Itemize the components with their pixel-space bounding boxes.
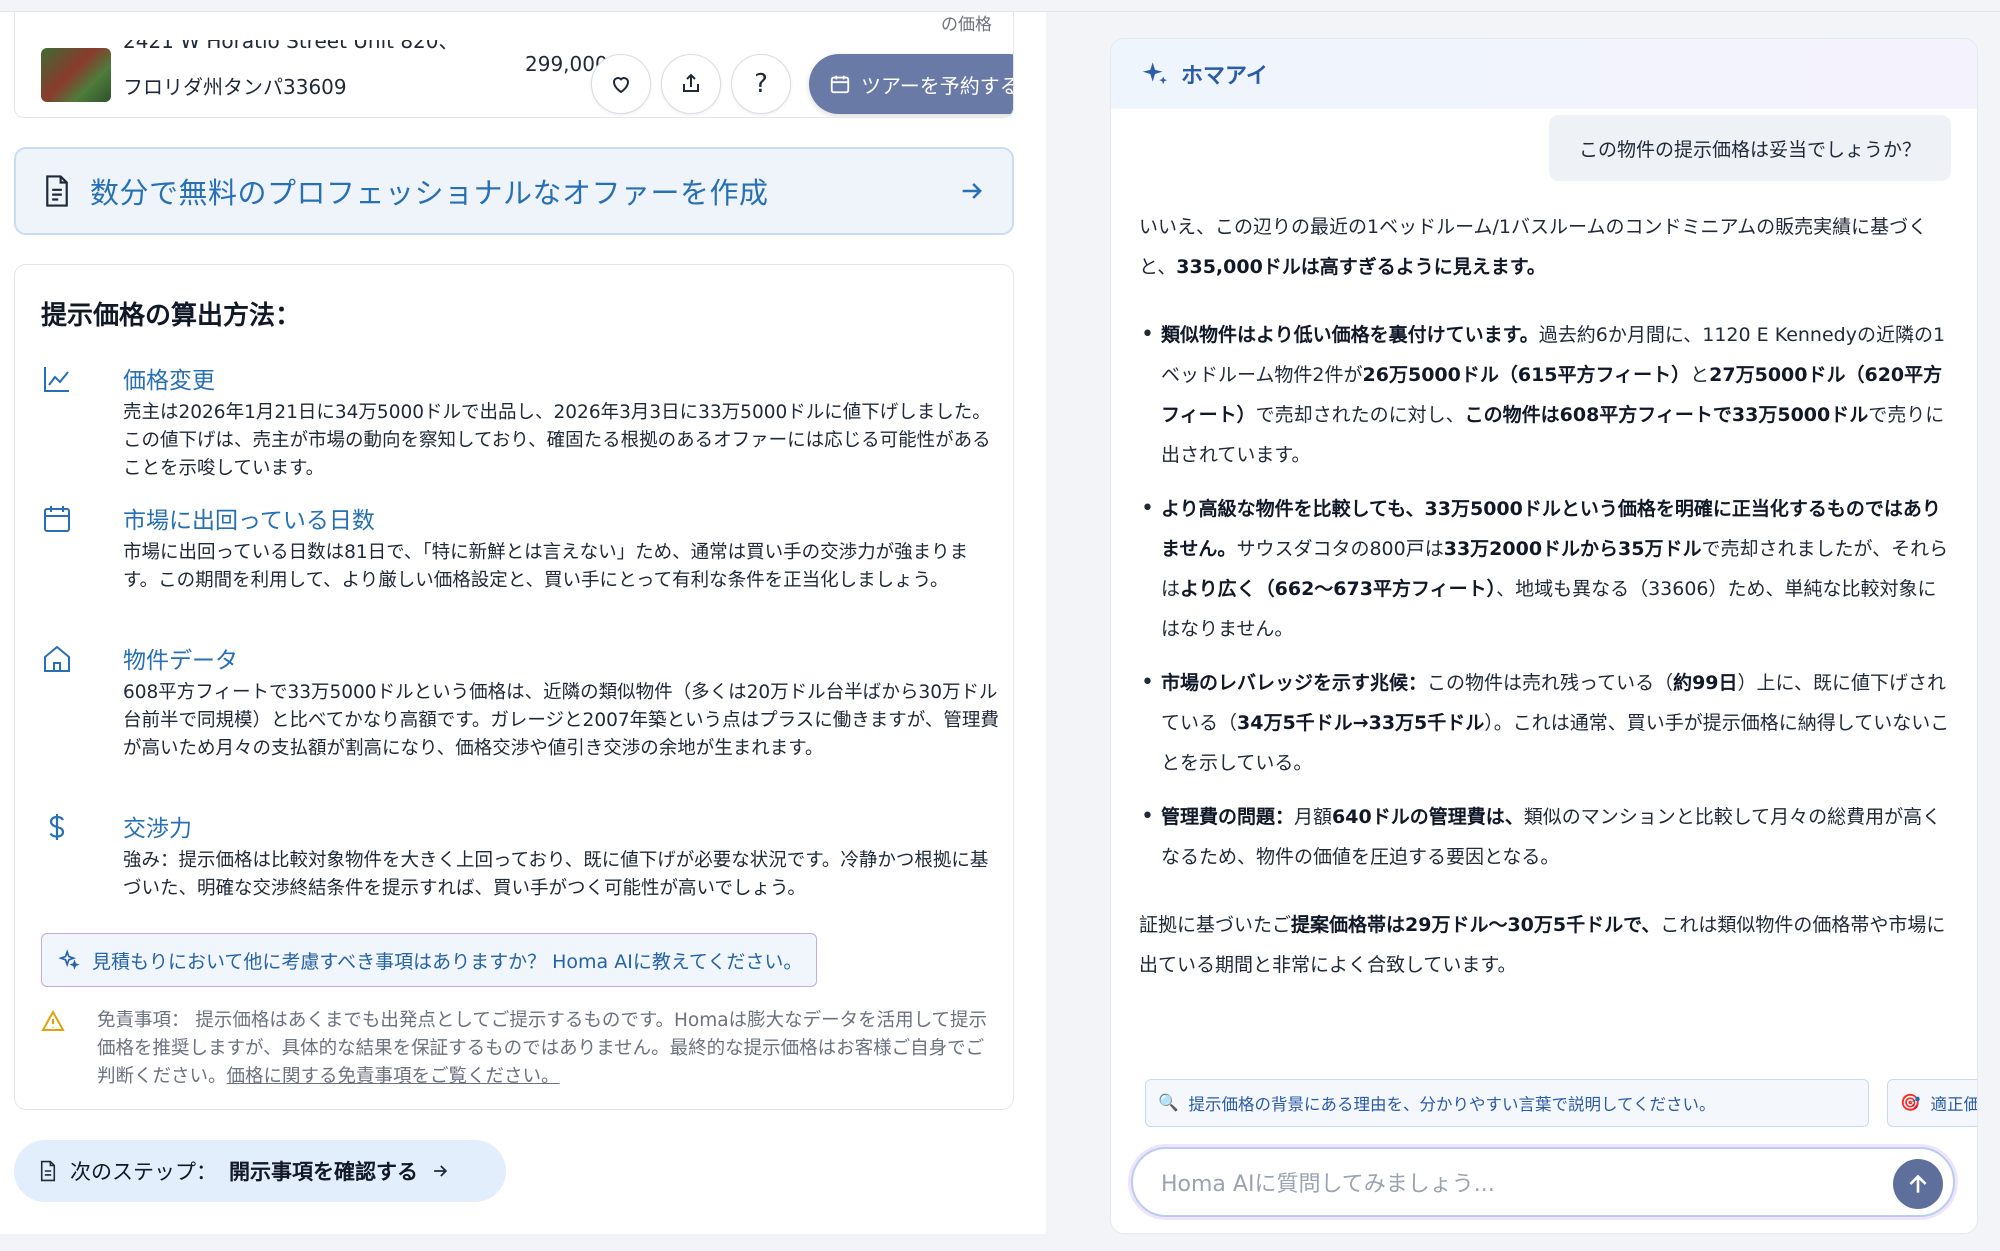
property-thumbnail[interactable] — [41, 48, 111, 102]
next-step-button[interactable]: 次のステップ： 開示事項を確認する — [14, 1140, 506, 1202]
response-bold: 34万5千ドル→33万5千ドル — [1237, 712, 1485, 734]
create-offer-text: 数分で無料のプロフェッショナルなオファーを作成 — [90, 176, 769, 210]
response-bold: 335,000ドルは高すぎるように見えます。 — [1176, 256, 1546, 278]
section-body: 市場に出回っている日数は81日で、「特に新鮮とは言えない」ため、通常は買い手の交… — [123, 542, 969, 591]
chat-title: ホマアイ — [1181, 64, 1268, 89]
question-icon: ? — [754, 69, 768, 99]
user-message-bubble: この物件の提示価格は妥当でしょうか？ — [1548, 115, 1951, 181]
response-text: 月額 — [1294, 806, 1333, 828]
disclaimer-text: 免責事項： 提示価格はあくまでも出発点としてご提示するものです。Homaは膨大な… — [97, 1007, 997, 1091]
line-chart-icon — [44, 367, 69, 392]
share-icon — [683, 73, 699, 92]
property-summary-card: 2421 W Horatio Street Unit 820、 フロリダ州タンパ… — [14, 12, 1014, 118]
section-title: 価格変更 — [123, 368, 215, 394]
section-title: 物件データ — [123, 648, 238, 674]
response-bold: 26万5000ドル（615平方フィート） — [1362, 364, 1691, 386]
chat-header: ホマアイ — [1111, 39, 1977, 109]
list-item: 市場のレバレッジを示す兆候：この物件は売れ残っている（約99日）上に、既に値下げ… — [1139, 663, 1955, 783]
response-bold: 約99日 — [1673, 672, 1738, 694]
section-title: 交渉力 — [123, 816, 192, 842]
price-method-card: 提示価格の算出方法： 価格変更 売主は2026年1月21日に34万5000ドルで… — [14, 264, 1014, 1110]
target-icon: 🎯 — [1900, 1093, 1921, 1112]
property-address-line1: 2421 W Horatio Street Unit 820、 — [123, 29, 459, 53]
next-step-prefix: 次のステップ： — [70, 1160, 217, 1184]
document-icon — [40, 1160, 56, 1182]
schedule-tour-button[interactable]: ツアーを予約する — [809, 54, 1014, 114]
response-bold: 市場のレバレッジを示す兆候： — [1161, 672, 1428, 694]
response-text: サウスダコタの800戸は — [1236, 538, 1444, 560]
arrow-right-icon — [434, 1165, 448, 1177]
response-bold: 33万2000ドルから35万ドル — [1443, 538, 1702, 560]
response-text: この物件は売れ残っている（ — [1427, 672, 1674, 694]
suggestion-text: 適正価 — [1930, 1095, 1978, 1114]
heart-icon — [612, 77, 630, 94]
magnifier-icon: 🔍 — [1158, 1093, 1179, 1112]
calendar-icon — [44, 506, 70, 532]
calendar-icon — [830, 75, 850, 94]
response-bold: より広く（662〜673平方フィート） — [1180, 578, 1497, 600]
response-conclusion: 証拠に基づいたご提案価格帯は29万ドル〜30万5千ドルで、これは類似物件の価格帯… — [1139, 905, 1955, 985]
price-label: の価格 — [941, 15, 992, 35]
section-title: 市場に出回っている日数 — [123, 508, 375, 534]
chat-input[interactable] — [1161, 1167, 1861, 1201]
house-icon — [44, 645, 70, 672]
section-body: 608平方フィートで33万5000ドルという価格は、近隣の類似物件（多くは20万… — [123, 682, 999, 759]
suggestion-text: 提示価格の背景にある理由を、分かりやすい言葉で説明してください。 — [1188, 1095, 1716, 1114]
create-offer-banner[interactable]: 数分で無料のプロフェッショナルなオファーを作成 — [14, 147, 1014, 235]
suggestion-chip[interactable]: 🎯 適正価 — [1887, 1079, 1978, 1127]
arrow-up-icon — [1909, 1174, 1927, 1193]
method-title: 提示価格の算出方法： — [41, 301, 302, 331]
offer-details-panel: 2421 W Horatio Street Unit 820、 フロリダ州タンパ… — [0, 12, 1046, 1234]
homa-ai-chat-panel: ホマアイ この物件の提示価格は妥当でしょうか？ いいえ、この辺りの最近の1ベッド… — [1110, 38, 1978, 1234]
section-body: 強み：提示価格は比較対象物件を大きく上回っており、既に値下げが必要な状況です。冷… — [123, 850, 989, 899]
section-body: 売主は2026年1月21日に34万5000ドルで出品し、2026年3月3日に33… — [123, 402, 991, 479]
share-button[interactable] — [661, 54, 721, 114]
schedule-tour-label: ツアーを予約する — [861, 73, 1014, 98]
ask-homa-ai-text: 見積もりにおいて他に考慮すべき事項はありますか？ Homa AIに教えてください… — [92, 950, 803, 973]
response-intro: いいえ、この辺りの最近の1ベッドルーム/1バスルームのコンドミニアムの販売実績に… — [1139, 207, 1955, 287]
response-bold: 管理費の問題： — [1161, 806, 1295, 828]
ai-response: いいえ、この辺りの最近の1ベッドルーム/1バスルームのコンドミニアムの販売実績に… — [1139, 207, 1955, 1013]
list-item: 類似物件はより低い価格を裏付けています。過去約6か月間に、1120 E Kenn… — [1139, 315, 1955, 475]
dollar-icon — [49, 814, 65, 840]
warning-icon — [41, 1009, 65, 1031]
list-item: より高級な物件を比較しても、33万5000ドルという価格を明確に正当化するもので… — [1139, 489, 1955, 649]
response-bold: 類似物件はより低い価格を裏付けています。 — [1161, 324, 1539, 346]
response-bullets: 類似物件はより低い価格を裏付けています。過去約6か月間に、1120 E Kenn… — [1139, 315, 1955, 877]
send-button[interactable] — [1893, 1159, 1943, 1209]
arrow-right-icon — [962, 183, 982, 199]
response-bold: 640ドルの管理費は、 — [1332, 806, 1524, 828]
response-text: で売却されたのに対し、 — [1255, 404, 1465, 426]
disclaimer-link[interactable]: 価格に関する免責事項をご覧ください。 — [227, 1066, 560, 1087]
sparkle-icon — [58, 949, 80, 970]
document-icon — [46, 175, 68, 207]
response-bold: この物件は608平方フィートで33万5000ドル — [1464, 404, 1869, 426]
next-step-label: 開示事項を確認する — [229, 1160, 418, 1184]
response-text: 証拠に基づいたご — [1139, 914, 1292, 936]
ask-homa-ai-prompt[interactable]: 見積もりにおいて他に考慮すべき事項はありますか？ Homa AIに教えてください… — [41, 933, 817, 987]
suggestion-chip[interactable]: 🔍 提示価格の背景にある理由を、分かりやすい言葉で説明してください。 — [1145, 1079, 1869, 1127]
list-item: 管理費の問題：月額640ドルの管理費は、類似のマンションと比較して月々の総費用が… — [1139, 797, 1955, 877]
sparkle-icon — [1142, 62, 1168, 85]
response-bold: 提案価格帯は29万ドル〜30万5千ドルで、 — [1291, 914, 1661, 936]
chat-input-box — [1131, 1147, 1955, 1217]
help-button[interactable]: ? — [731, 54, 791, 114]
top-divider — [0, 0, 2000, 12]
response-text: と — [1690, 364, 1710, 386]
favorite-button[interactable] — [591, 54, 651, 114]
property-address-line2: フロリダ州タンパ33609 — [123, 75, 347, 99]
